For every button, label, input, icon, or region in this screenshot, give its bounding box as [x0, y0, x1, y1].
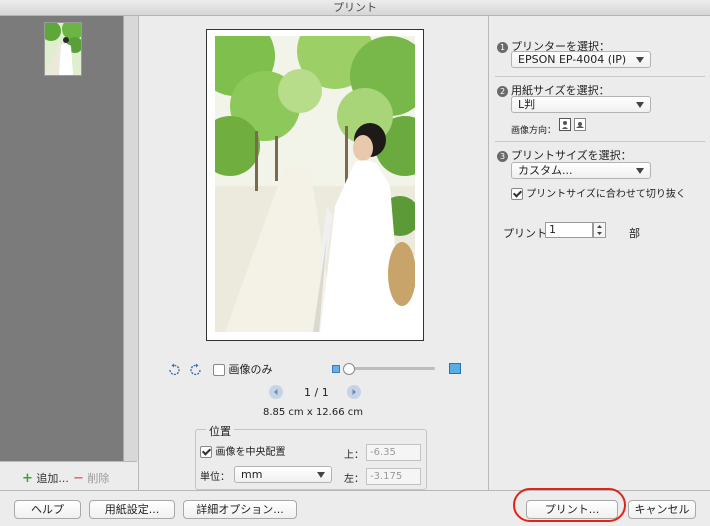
arrow-left-icon — [274, 389, 278, 395]
thumbnail-actions: + 追加... − 削除 — [0, 461, 137, 491]
thumbnail-list[interactable] — [0, 16, 123, 461]
step-number-icon: 3 — [497, 150, 508, 162]
minus-icon: − — [73, 471, 84, 486]
step3-label: プリントサイズを選択： — [511, 149, 632, 162]
top-label: 上： — [344, 450, 364, 461]
copies-label: プリント — [503, 227, 547, 240]
crop-to-fit-checkbox[interactable]: プリントサイズに合わせて切り抜く — [511, 185, 686, 200]
window-title: プリント — [0, 0, 710, 16]
help-button[interactable]: ヘルプ — [14, 500, 81, 519]
unit-label: 単位： — [200, 472, 230, 483]
zoom-large-icon — [449, 363, 461, 374]
zoom-slider[interactable] — [343, 363, 435, 375]
print-size-select[interactable]: カスタム... — [511, 162, 651, 179]
divider — [495, 76, 705, 77]
page-navigator: 1 / 1 — [269, 385, 369, 401]
center-image-label: 画像を中央配置 — [215, 447, 286, 458]
image-only-checkbox[interactable]: 画像のみ — [213, 361, 273, 377]
print-preview[interactable] — [206, 29, 424, 341]
preview-panel: 画像のみ 1 / 1 8.85 cm x 12.66 cm 位置 画像を中央配置… — [139, 16, 487, 490]
step-number-icon: 1 — [497, 41, 508, 53]
portrait-orientation-icon[interactable] — [559, 118, 571, 131]
position-title: 位置 — [206, 423, 234, 439]
print-button[interactable]: プリント... — [526, 500, 618, 519]
next-page-button[interactable] — [347, 385, 361, 399]
cancel-button[interactable]: キャンセル — [628, 500, 696, 519]
top-offset-field[interactable]: -6.35 — [366, 444, 421, 461]
image-only-label: 画像のみ — [228, 363, 273, 376]
print-dimensions: 8.85 cm x 12.66 cm — [262, 407, 363, 418]
crop-to-fit-label: プリントサイズに合わせて切り抜く — [526, 189, 686, 200]
position-group: 位置 画像を中央配置 上： -6.35 単位： mm 左： -3.175 — [195, 423, 427, 490]
prev-page-button[interactable] — [269, 385, 283, 399]
preview-photo — [215, 36, 415, 332]
center-image-checkbox[interactable]: 画像を中央配置 — [200, 443, 286, 458]
paper-size-select[interactable]: L判 — [511, 96, 651, 113]
checkbox-box[interactable] — [213, 364, 225, 376]
thumbnail-panel: + 追加... − 削除 — [0, 16, 139, 491]
checkbox-box[interactable] — [200, 446, 212, 458]
bottom-toolbar: ヘルプ 用紙設定... 詳細オプション... プリント... キャンセル — [0, 490, 710, 526]
add-label: 追加... — [36, 472, 69, 485]
step-number-icon: 2 — [497, 85, 508, 97]
orientation-label: 画像方向： — [511, 126, 557, 136]
thumbnail-scrollbar[interactable] — [123, 16, 138, 461]
stepper-arrows-icon — [597, 225, 602, 235]
page-setup-button[interactable]: 用紙設定... — [89, 500, 175, 519]
step3-heading: 3 プリントサイズを選択： — [497, 147, 632, 163]
delete-button[interactable]: − 削除 — [73, 470, 109, 486]
zoom-slider-thumb[interactable] — [343, 363, 355, 375]
delete-label: 削除 — [87, 472, 110, 485]
settings-panel: 1 プリンターを選択： EPSON EP-4004 (IP) 2 用紙サイズを選択：… — [488, 16, 710, 490]
plus-icon: + — [22, 471, 33, 486]
thumbnail-image[interactable] — [44, 22, 82, 76]
arrow-right-icon — [352, 389, 356, 395]
rotate-right-icon[interactable] — [189, 363, 203, 377]
copies-unit: 部 — [629, 227, 640, 240]
copies-stepper[interactable] — [593, 222, 606, 238]
landscape-orientation-icon[interactable] — [574, 118, 586, 131]
divider — [495, 141, 705, 142]
preview-tools: 画像のみ — [167, 360, 467, 380]
unit-select[interactable]: mm — [234, 466, 332, 483]
detail-options-button[interactable]: 詳細オプション... — [183, 500, 297, 519]
rotate-left-icon[interactable] — [167, 363, 181, 377]
checkbox-box[interactable] — [511, 188, 523, 200]
copies-input[interactable]: 1 — [545, 222, 593, 238]
page-indicator: 1 / 1 — [304, 386, 329, 399]
left-label: 左： — [344, 474, 364, 485]
add-button[interactable]: + 追加... — [22, 470, 69, 486]
left-offset-field[interactable]: -3.175 — [366, 468, 421, 485]
printer-select[interactable]: EPSON EP-4004 (IP) — [511, 51, 651, 68]
zoom-small-icon — [332, 365, 340, 373]
